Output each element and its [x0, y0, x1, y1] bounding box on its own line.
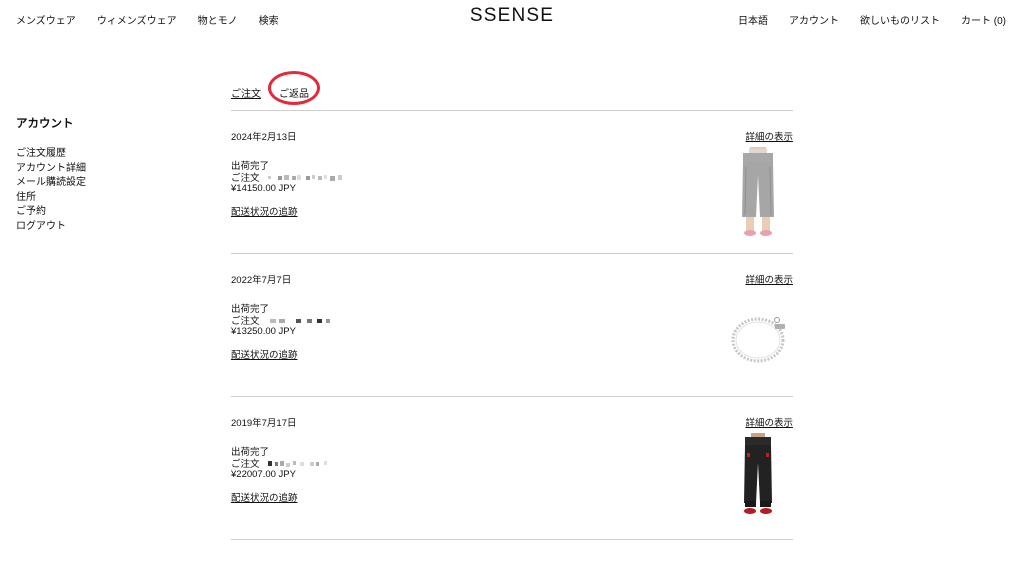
silver-chain-bracelet-icon[interactable] [723, 290, 793, 390]
nav-cart[interactable]: カート (0) [961, 12, 1006, 27]
sidebar-item-addresses[interactable]: 住所 [16, 191, 166, 206]
order-number: ご注文 [231, 313, 346, 327]
track-shipment-link[interactable]: 配送状況の追跡 [231, 347, 298, 361]
order-date: 2019年7月17日 [231, 418, 297, 429]
nav-menswear[interactable]: メンズウェア [16, 12, 76, 27]
sidebar-item-logout[interactable]: ログアウト [16, 220, 166, 235]
order-price: ¥13250.00 JPY [231, 326, 296, 337]
account-sidebar: アカウント ご注文履歴 アカウント詳細 メール購読設定 住所 ご予約 ログアウト [16, 115, 166, 234]
redacted-order-number [269, 318, 330, 323]
order-date: 2024年2月13日 [231, 132, 297, 143]
highlight-ring-annotation [268, 71, 320, 105]
order-number: ご注文 [231, 456, 346, 470]
order-label: ご注文 [231, 316, 260, 327]
sidebar-item-email-preferences[interactable]: メール購読設定 [16, 176, 166, 191]
nav-account[interactable]: アカウント [789, 12, 839, 27]
order-row: 2024年2月13日 詳細の表示 出荷完了 ご注文 ¥14150.00 JPY … [231, 111, 793, 254]
sidebar-item-account-details[interactable]: アカウント詳細 [16, 162, 166, 177]
ssense-logo[interactable]: SSENSE [470, 5, 554, 26]
black-track-pants-icon[interactable] [723, 433, 793, 533]
tab-orders[interactable]: ご注文 [231, 85, 261, 100]
sidebar-item-order-history[interactable]: ご注文履歴 [16, 147, 166, 162]
nav-everything-else[interactable]: 物とモノ [198, 12, 238, 27]
nav-womenswear[interactable]: ウィメンズウェア [97, 12, 177, 27]
sidebar-title: アカウント [16, 118, 74, 130]
order-label: ご注文 [231, 173, 260, 184]
order-row: 2022年7月7日 詳細の表示 出荷完了 ご注文 ¥13250.00 JPY 配… [231, 254, 793, 397]
view-details-link[interactable]: 詳細の表示 [745, 129, 793, 143]
orders-panel: ご注文 ご返品 2024年2月13日 詳細の表示 出荷完了 ご注文 ¥14150… [231, 71, 793, 540]
order-tabs: ご注文 ご返品 [231, 71, 793, 111]
redacted-order-number [267, 174, 342, 181]
track-shipment-link[interactable]: 配送状況の追跡 [231, 490, 298, 504]
sidebar-item-reservations[interactable]: ご予約 [16, 205, 166, 220]
nav-language[interactable]: 日本語 [738, 12, 768, 27]
track-shipment-link[interactable]: 配送状況の追跡 [231, 204, 298, 218]
redacted-order-number [267, 460, 327, 467]
view-details-link[interactable]: 詳細の表示 [745, 415, 793, 429]
order-row: 2019年7月17日 詳細の表示 出荷完了 ご注文 ¥22007.00 JPY … [231, 397, 793, 540]
order-price: ¥22007.00 JPY [231, 469, 296, 480]
primary-nav: メンズウェア ウィメンズウェア 物とモノ 検索 [16, 12, 279, 27]
order-price: ¥14150.00 JPY [231, 183, 296, 194]
order-date: 2022年7月7日 [231, 275, 292, 286]
order-label: ご注文 [231, 459, 260, 470]
view-details-link[interactable]: 詳細の表示 [745, 272, 793, 286]
nav-search[interactable]: 検索 [259, 12, 279, 27]
grey-trousers-icon[interactable] [723, 147, 793, 247]
nav-wishlist[interactable]: 欲しいものリスト [860, 12, 940, 27]
order-number: ご注文 [231, 170, 346, 184]
account-nav: 日本語 アカウント 欲しいものリスト カート (0) [738, 12, 1006, 27]
